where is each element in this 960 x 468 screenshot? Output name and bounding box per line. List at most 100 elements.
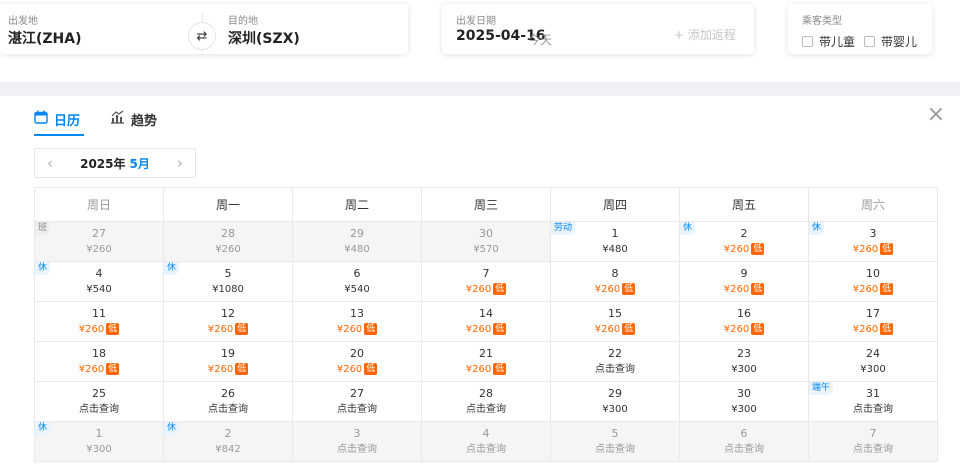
day-number: 20 [350, 346, 364, 360]
calendar-day-cell[interactable]: 18 ¥260 低 [34, 341, 164, 382]
calendar-day-cell[interactable]: 19 ¥260 低 [163, 341, 293, 382]
chevron-right-icon[interactable]: › [165, 154, 195, 172]
separator-strip [0, 82, 960, 96]
calendar-day-cell[interactable]: 24 ¥300 [808, 341, 938, 382]
price-value: ¥260 [852, 243, 879, 255]
tab-trend[interactable]: 趋势 [110, 104, 157, 134]
day-price: ¥480 [293, 243, 421, 257]
price-value: 点击查询 [724, 443, 764, 455]
tab-bar: 日历 趋势 [34, 104, 187, 134]
day-price: 点击查询 [680, 443, 808, 457]
search-bar: 出发地 湛江(ZHA) ⇄ 目的地 深圳(SZX) 出发日期 2025-04-1… [0, 0, 960, 82]
day-price: ¥300 [680, 363, 808, 377]
calendar-day-cell[interactable]: 休 4 ¥540 [34, 261, 164, 302]
day-number: 10 [866, 266, 880, 280]
price-value: 点击查询 [337, 403, 377, 415]
day-price: ¥260 低 [422, 282, 550, 297]
price-value: ¥300 [731, 403, 757, 415]
calendar-day-cell[interactable]: 14 ¥260 低 [421, 301, 551, 342]
calendar-day-cell[interactable]: 4 点击查询 [421, 421, 551, 462]
day-price: ¥260 低 [809, 322, 937, 337]
calendar-day-cell[interactable]: 休 5 ¥1080 [163, 261, 293, 302]
calendar-day-cell[interactable]: 休 2 ¥260 低 [679, 221, 809, 262]
checkbox-icon [802, 36, 813, 47]
day-price: 点击查询 [293, 443, 421, 457]
calendar-day-cell[interactable]: 9 ¥260 低 [679, 261, 809, 302]
day-number: 26 [221, 386, 235, 400]
child-checkbox[interactable]: 带儿童 [802, 33, 855, 50]
calendar-day-cell[interactable]: 27 点击查询 [292, 381, 422, 422]
calendar-day-cell[interactable]: 6 ¥540 [292, 261, 422, 302]
day-number: 30 [479, 226, 493, 240]
calendar-day-cell[interactable]: 7 点击查询 [808, 421, 938, 462]
dest-city[interactable]: 深圳(SZX) [228, 28, 300, 48]
calendar-day-cell[interactable]: 3 点击查询 [292, 421, 422, 462]
low-price-badge: 低 [751, 282, 765, 295]
low-price-badge: 低 [880, 282, 894, 295]
day-price: ¥260 低 [293, 322, 421, 337]
calendar-day-cell[interactable]: 5 点击查询 [550, 421, 680, 462]
day-price: 点击查询 [551, 363, 679, 377]
day-number: 7 [482, 266, 490, 280]
calendar-day-cell[interactable]: 28 点击查询 [421, 381, 551, 422]
calendar-day-cell[interactable]: 25 点击查询 [34, 381, 164, 422]
dest-label: 目的地 [228, 16, 258, 27]
calendar-day-cell[interactable]: 30 ¥300 [679, 381, 809, 422]
calendar-day-cell[interactable]: 6 点击查询 [679, 421, 809, 462]
infant-label: 带婴儿 [881, 35, 918, 49]
calendar-day-cell[interactable]: 休 3 ¥260 低 [808, 221, 938, 262]
price-value: ¥260 [594, 283, 621, 295]
price-value: ¥260 [215, 243, 241, 255]
day-number: 30 [737, 386, 751, 400]
calendar-day-cell[interactable]: 23 ¥300 [679, 341, 809, 382]
tab-calendar[interactable]: 日历 [34, 104, 80, 134]
add-return-button[interactable]: + 添加返程 [674, 26, 736, 43]
day-price: ¥260 [164, 243, 292, 257]
calendar-day-cell[interactable]: 13 ¥260 低 [292, 301, 422, 342]
calendar-day-cell[interactable]: 11 ¥260 低 [34, 301, 164, 342]
calendar-day-cell[interactable]: 10 ¥260 低 [808, 261, 938, 302]
price-value: ¥540 [86, 283, 112, 295]
calendar-day-cell[interactable]: 28 ¥260 [163, 221, 293, 262]
price-value: ¥260 [465, 323, 492, 335]
price-value: 点击查询 [595, 443, 635, 455]
calendar-day-cell[interactable]: 17 ¥260 低 [808, 301, 938, 342]
calendar-day-cell[interactable]: 端午 31 点击查询 [808, 381, 938, 422]
calendar-day-cell[interactable]: 26 点击查询 [163, 381, 293, 422]
depart-city[interactable]: 湛江(ZHA) [8, 28, 82, 48]
calendar-day-cell[interactable]: 班 27 ¥260 [34, 221, 164, 262]
price-value: 点击查询 [853, 403, 893, 415]
low-price-badge: 低 [364, 362, 378, 375]
day-number: 25 [92, 386, 106, 400]
calendar-day-cell[interactable]: 29 ¥480 [292, 221, 422, 262]
calendar-day-cell[interactable]: 休 1 ¥300 [34, 421, 164, 462]
price-value: ¥260 [465, 283, 492, 295]
calendar-day-cell[interactable]: 8 ¥260 低 [550, 261, 680, 302]
chevron-left-icon[interactable]: ‹ [35, 154, 65, 172]
day-number: 21 [479, 346, 493, 360]
calendar-day-cell[interactable]: 12 ¥260 低 [163, 301, 293, 342]
calendar-day-cell[interactable]: 30 ¥570 [421, 221, 551, 262]
calendar-week-row: 25 点击查询 26 点击查询 27 点击查询 28 点击查询 29 ¥300 30 ¥300 端午 31… [34, 381, 938, 422]
weekday-fri: 周五 [679, 187, 809, 222]
holiday-badge: 端午 [809, 382, 834, 395]
calendar-day-cell[interactable]: 劳动 1 ¥480 [550, 221, 680, 262]
low-price-badge: 低 [364, 322, 378, 335]
low-price-badge: 低 [751, 322, 765, 335]
tab-calendar-label: 日历 [54, 113, 81, 129]
calendar-day-cell[interactable]: 休 2 ¥842 [163, 421, 293, 462]
tab-trend-label: 趋势 [131, 113, 158, 129]
calendar-day-cell[interactable]: 7 ¥260 低 [421, 261, 551, 302]
infant-checkbox[interactable]: 带婴儿 [864, 33, 917, 50]
price-value: ¥842 [215, 443, 241, 455]
calendar-day-cell[interactable]: 15 ¥260 低 [550, 301, 680, 342]
calendar-day-cell[interactable]: 16 ¥260 低 [679, 301, 809, 342]
close-icon[interactable]: × [924, 104, 948, 128]
day-number: 16 [737, 306, 751, 320]
swap-icon[interactable]: ⇄ [188, 22, 216, 50]
calendar-day-cell[interactable]: 22 点击查询 [550, 341, 680, 382]
calendar-day-cell[interactable]: 20 ¥260 低 [292, 341, 422, 382]
calendar-day-cell[interactable]: 29 ¥300 [550, 381, 680, 422]
day-price: ¥300 [680, 403, 808, 417]
calendar-day-cell[interactable]: 21 ¥260 低 [421, 341, 551, 382]
